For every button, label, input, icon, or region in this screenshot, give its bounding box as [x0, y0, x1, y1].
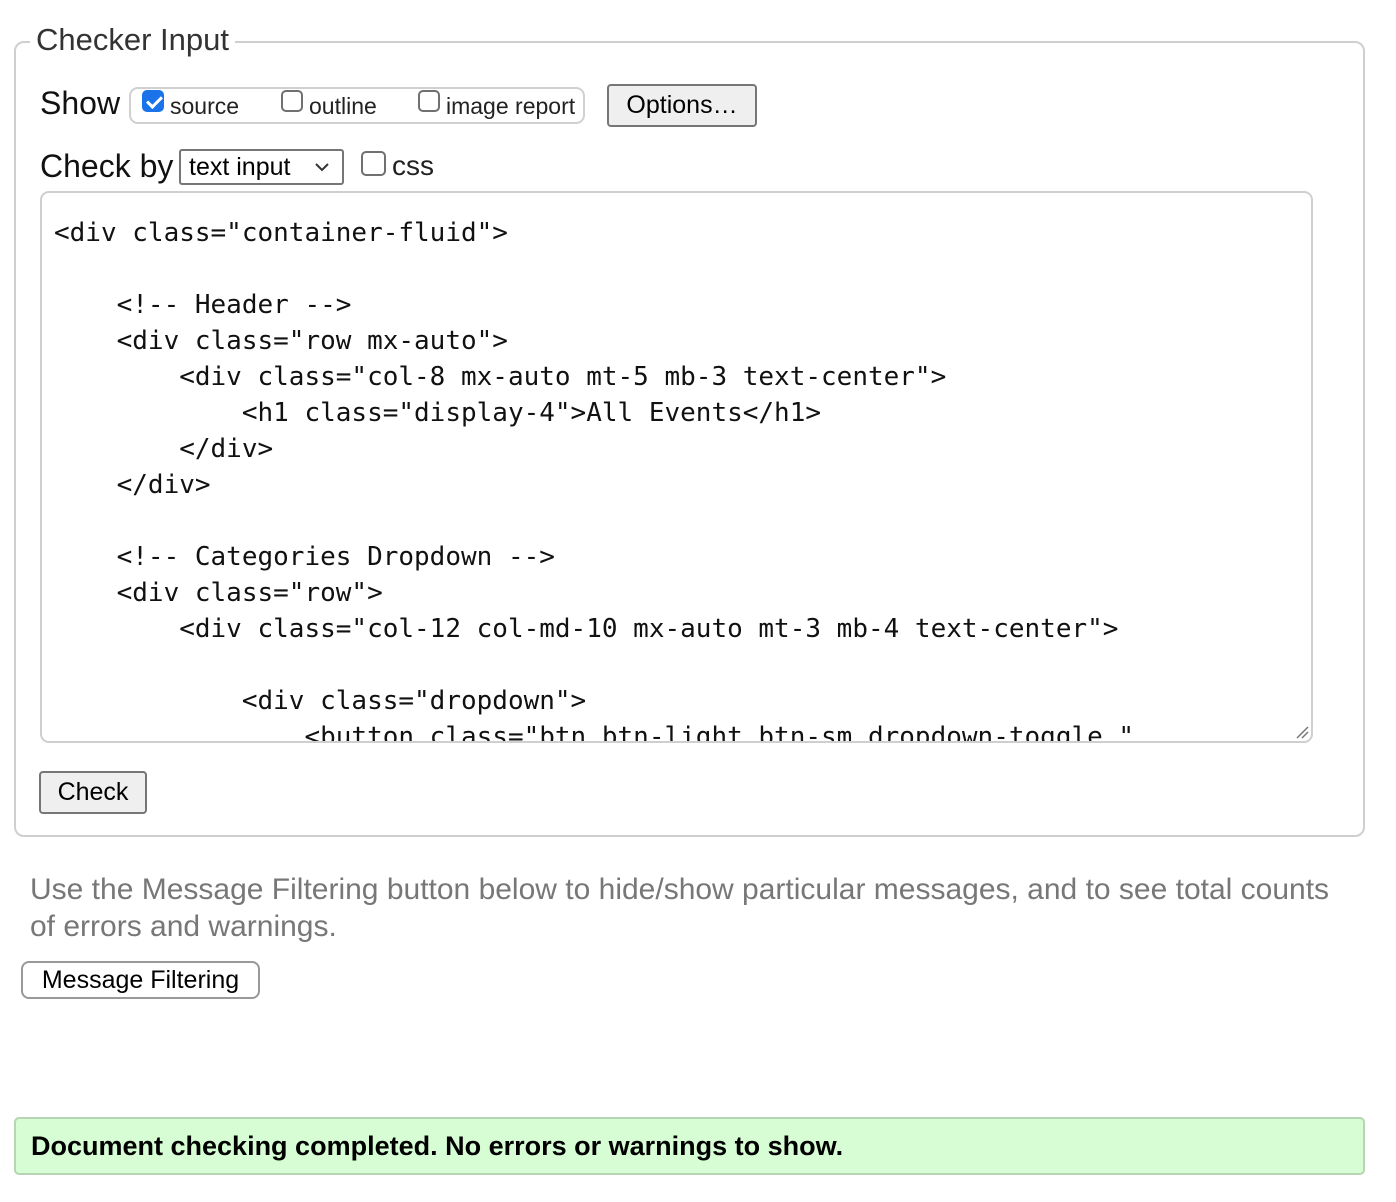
filter-note: Use the Message Filtering button below t…: [30, 873, 1330, 943]
css-label[interactable]: css: [392, 152, 434, 180]
source-label[interactable]: source: [170, 93, 239, 119]
checker-input-legend: Checker Input: [30, 20, 235, 60]
check-by-select[interactable]: text input: [179, 149, 344, 185]
check-by-label: Check by: [40, 148, 174, 184]
check-by-value: text input: [189, 152, 291, 181]
outline-checkbox[interactable]: [281, 90, 303, 112]
source-textarea[interactable]: <div class="container-fluid"> <!-- Heade…: [40, 191, 1313, 743]
status-message: Document checking completed. No errors o…: [14, 1117, 1365, 1175]
check-button[interactable]: Check: [39, 771, 147, 814]
chevron-down-icon: [312, 157, 332, 182]
source-checkbox[interactable]: [142, 90, 164, 112]
resize-handle-icon[interactable]: [1295, 725, 1309, 739]
css-checkbox[interactable]: [361, 151, 386, 176]
image-report-checkbox[interactable]: [418, 90, 440, 112]
show-image-report-option[interactable]: image report: [418, 90, 575, 119]
show-outline-option[interactable]: outline: [281, 90, 377, 119]
css-option[interactable]: css: [361, 151, 434, 180]
options-button[interactable]: Options…: [607, 84, 757, 127]
show-label: Show: [40, 85, 121, 121]
message-filtering-button[interactable]: Message Filtering: [21, 961, 260, 999]
source-code-text[interactable]: <div class="container-fluid"> <!-- Heade…: [42, 193, 1311, 741]
show-source-option[interactable]: source: [142, 90, 239, 119]
outline-label[interactable]: outline: [309, 93, 377, 119]
image-report-label[interactable]: image report: [446, 93, 575, 119]
